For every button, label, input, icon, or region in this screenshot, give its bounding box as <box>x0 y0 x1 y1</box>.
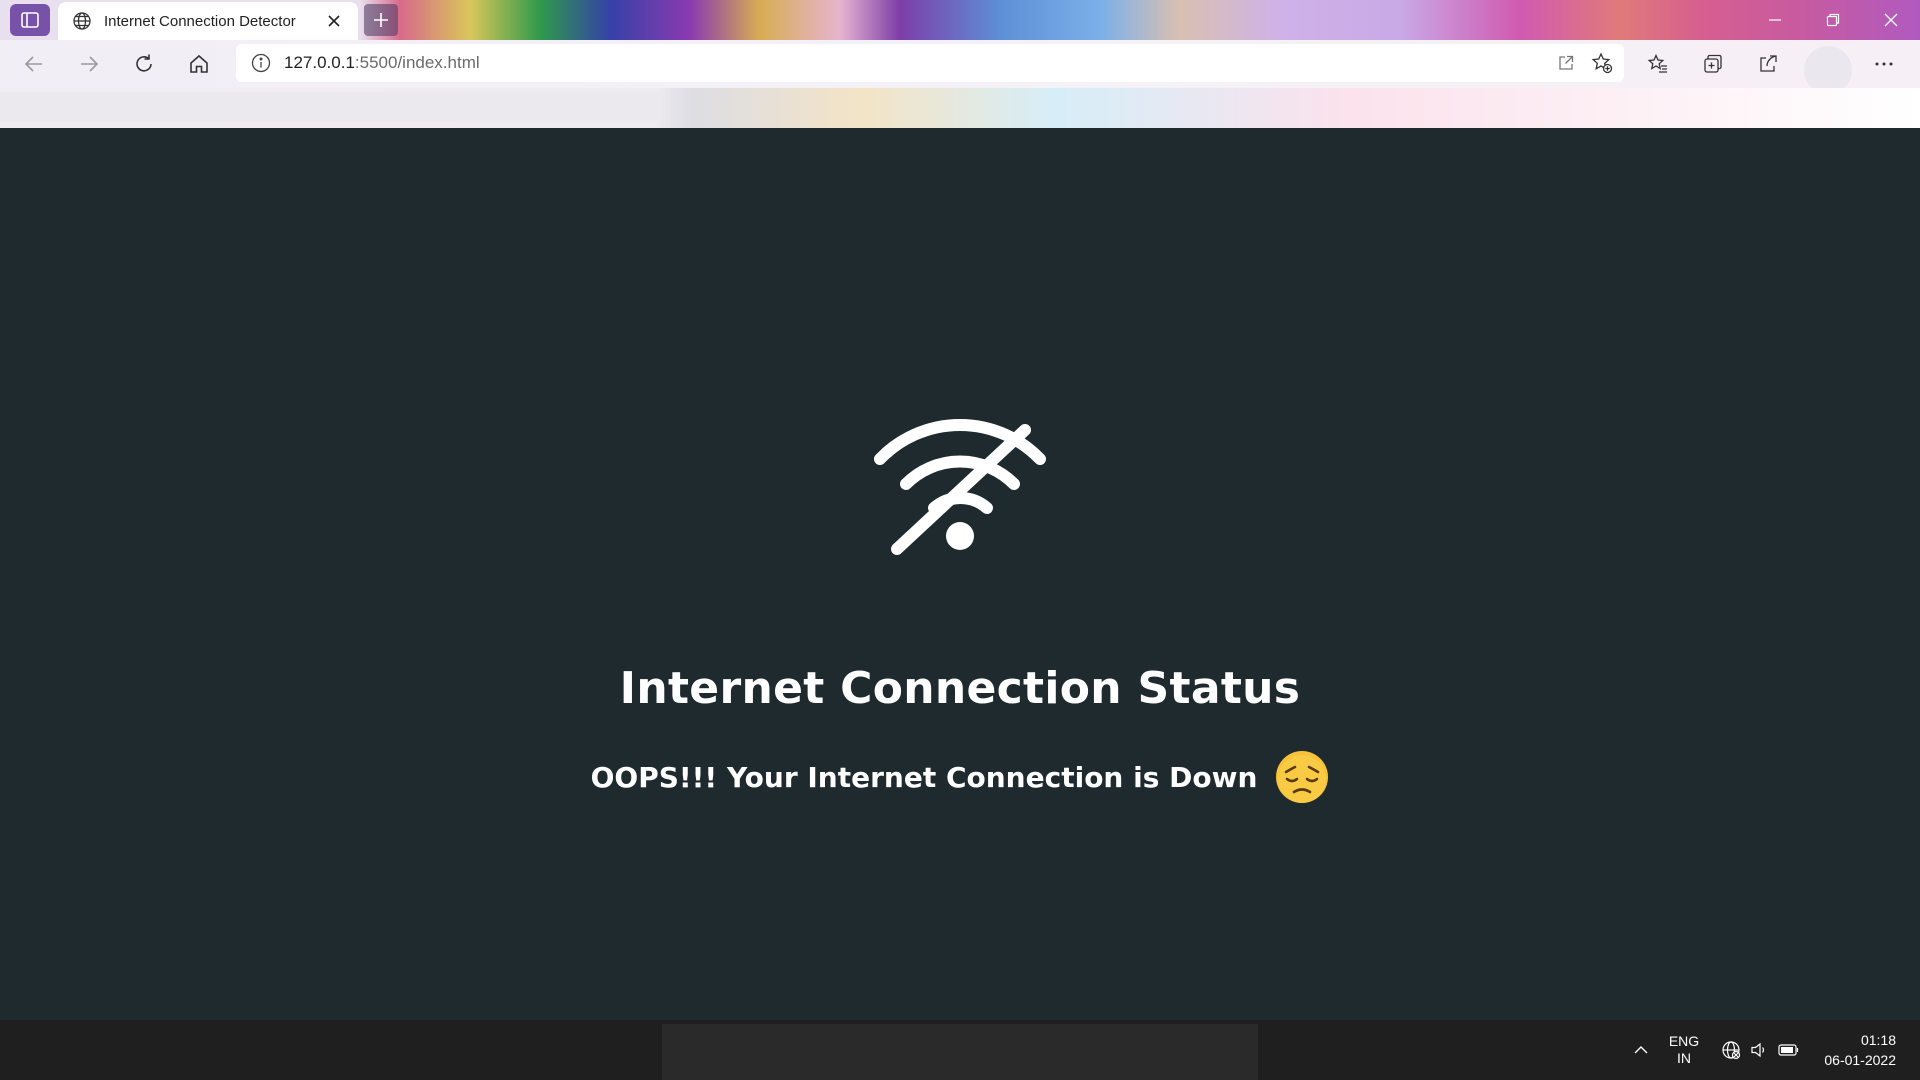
status-message: OOPS!!! Your Internet Connection is Down <box>590 760 1258 794</box>
chevron-up-icon <box>1634 1046 1648 1054</box>
close-icon <box>328 15 340 27</box>
language-region: IN <box>1677 1050 1691 1066</box>
battery-icon <box>1778 1044 1799 1056</box>
windows-taskbar: ENG IN 01:18 06-01-2022 <box>0 1020 1920 1080</box>
browser-title-bar: Internet Connection Detector <box>0 0 1920 40</box>
clock-date: 06-01-2022 <box>1824 1052 1896 1068</box>
collections-icon <box>1704 54 1722 73</box>
url-host: 127.0.0.1 <box>284 53 355 72</box>
browser-toolbar: 127.0.0.1:5500/index.html <box>0 40 1920 94</box>
restore-button[interactable] <box>1804 0 1862 40</box>
share-button[interactable] <box>1750 48 1786 80</box>
add-favorite-button[interactable] <box>1586 47 1618 79</box>
clock-button[interactable]: 01:18 06-01-2022 <box>1810 1020 1896 1080</box>
favorites-bar-area <box>0 92 662 122</box>
share-icon <box>1760 55 1777 72</box>
favorites-list-icon <box>1647 53 1667 73</box>
web-page: Internet Connection Status OOPS!!! Your … <box>0 128 1920 1020</box>
speaker-icon <box>1751 1042 1765 1058</box>
open-in-app-button[interactable] <box>1550 47 1582 79</box>
back-arrow-icon <box>24 56 42 72</box>
open-external-icon <box>1559 55 1574 70</box>
close-tab-button[interactable] <box>322 9 346 33</box>
input-language-button[interactable]: ENG IN <box>1664 1020 1704 1080</box>
forward-arrow-icon <box>81 56 99 72</box>
browser-tab-active[interactable]: Internet Connection Detector <box>58 2 358 40</box>
minimize-button[interactable] <box>1746 0 1804 40</box>
close-window-button[interactable] <box>1862 0 1920 40</box>
profile-avatar[interactable] <box>1804 46 1852 94</box>
home-button[interactable] <box>181 48 217 80</box>
refresh-button[interactable] <box>126 48 162 80</box>
volume-button[interactable] <box>1744 1020 1774 1080</box>
wifi-off-icon <box>874 419 1046 555</box>
favorites-button[interactable] <box>1640 48 1676 80</box>
info-icon <box>251 53 271 73</box>
pensive-face-emoji <box>1276 751 1329 803</box>
battery-status-button[interactable] <box>1774 1020 1804 1080</box>
network-status-button[interactable] <box>1716 1020 1746 1080</box>
plus-icon <box>374 13 388 27</box>
home-icon <box>190 54 208 73</box>
forward-button[interactable] <box>71 48 107 80</box>
star-add-icon <box>1591 52 1613 74</box>
page-heading: Internet Connection Status <box>619 663 1301 714</box>
vertical-tabs-icon <box>21 12 39 28</box>
refresh-icon <box>136 54 152 72</box>
more-dots-icon <box>1875 62 1893 66</box>
language-code: ENG <box>1668 1033 1700 1049</box>
collections-button[interactable] <box>1695 48 1731 80</box>
site-info-button[interactable] <box>250 52 272 74</box>
globe-icon <box>1722 1041 1741 1060</box>
url-path: :5500/index.html <box>354 53 480 72</box>
status-message-row: OOPS!!! Your Internet Connection is Down <box>0 750 1920 804</box>
show-hidden-icons-button[interactable] <box>1626 1020 1656 1080</box>
close-icon <box>1884 13 1898 27</box>
minimize-icon <box>1769 19 1781 21</box>
restore-icon <box>1826 13 1840 27</box>
globe-icon <box>72 11 92 31</box>
clock-time: 01:18 <box>1860 1032 1896 1048</box>
back-button[interactable] <box>16 48 52 80</box>
address-bar[interactable]: 127.0.0.1:5500/index.html <box>236 44 1624 82</box>
settings-and-more-button[interactable] <box>1866 48 1902 80</box>
url-text: 127.0.0.1:5500/index.html <box>284 53 480 73</box>
vertical-tabs-button[interactable] <box>10 4 50 36</box>
tab-title: Internet Connection Detector <box>104 12 296 30</box>
favorites-bar <box>0 88 1920 128</box>
taskbar-apps-area <box>662 1024 1258 1080</box>
new-tab-button[interactable] <box>364 4 398 36</box>
